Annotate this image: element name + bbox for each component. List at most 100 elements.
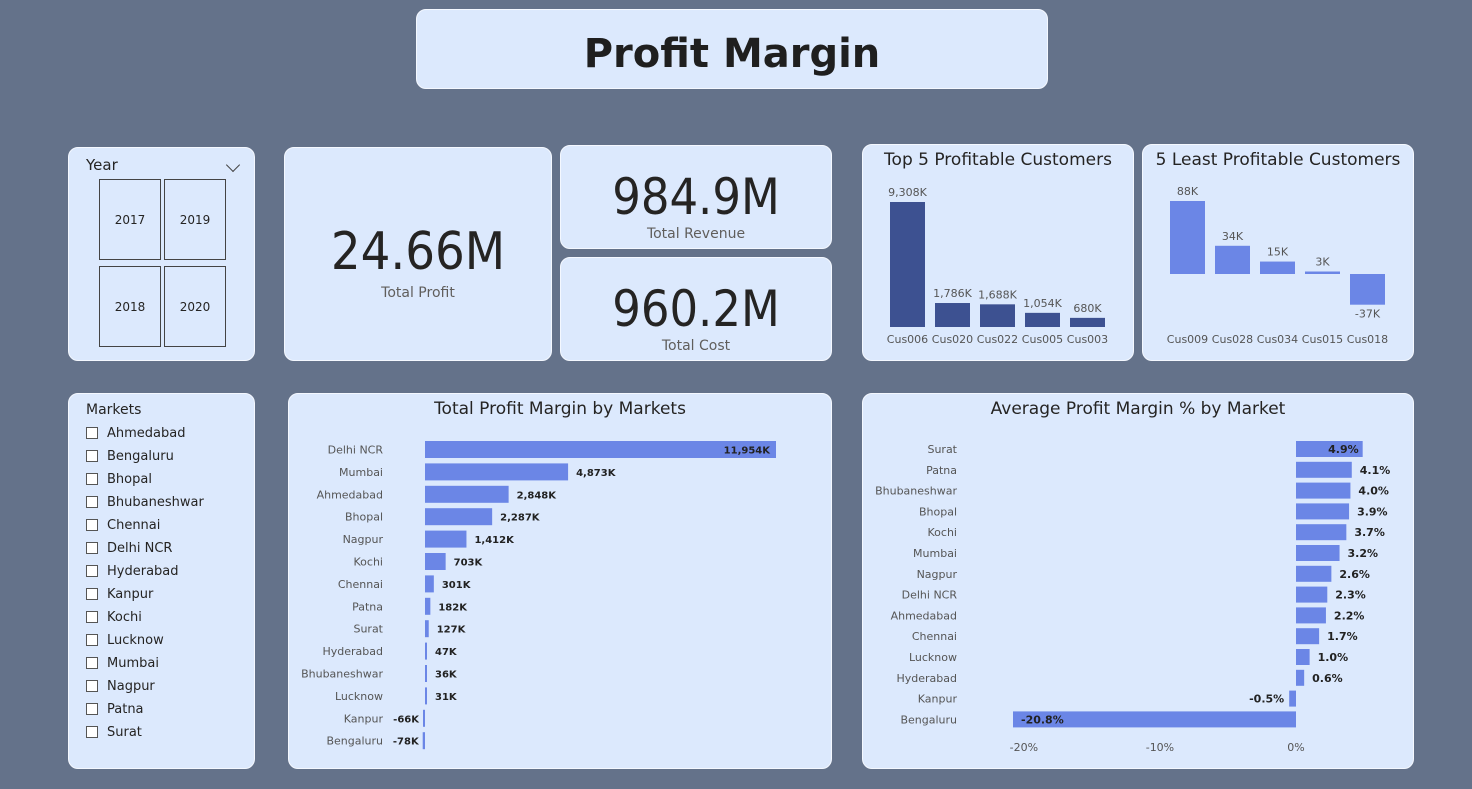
- market-option-label: Lucknow: [107, 632, 164, 648]
- data-label: -0.5%: [1249, 693, 1284, 706]
- data-label: 4.9%: [1328, 443, 1359, 456]
- y-tick-label: Mumbai: [339, 466, 383, 479]
- bar: [1215, 245, 1250, 274]
- y-tick-label: Bengaluru: [900, 713, 957, 726]
- market-option-kanpur[interactable]: Kanpur: [86, 585, 153, 603]
- y-tick-label: Chennai: [912, 630, 957, 643]
- x-tick-label: -20%: [1010, 741, 1038, 754]
- y-tick-label: Chennai: [338, 578, 383, 591]
- y-tick-label: Kanpur: [344, 712, 384, 725]
- bar: [1296, 524, 1347, 541]
- bar: [425, 597, 431, 615]
- data-label: 1.7%: [1327, 630, 1358, 643]
- checkbox[interactable]: [86, 427, 98, 439]
- checkbox[interactable]: [86, 473, 98, 485]
- data-label: 2,848K: [517, 490, 558, 501]
- market-option-bengaluru[interactable]: Bengaluru: [86, 447, 174, 465]
- market-option-lucknow[interactable]: Lucknow: [86, 631, 164, 649]
- bar: [425, 553, 446, 570]
- market-option-label: Bhopal: [107, 471, 152, 487]
- data-label: -37K: [1355, 308, 1381, 321]
- market-option-label: Hyderabad: [107, 563, 179, 579]
- total-profit-label: Total Profit: [381, 285, 455, 301]
- y-tick-label: Patna: [926, 464, 957, 477]
- bar: [1070, 317, 1105, 327]
- x-tick-label: Cus005: [1022, 333, 1063, 346]
- market-option-label: Ahmedabad: [107, 425, 186, 441]
- market-option-patna[interactable]: Patna: [86, 700, 144, 718]
- market-option-mumbai[interactable]: Mumbai: [86, 654, 159, 672]
- year-tile-2017[interactable]: 2017: [99, 179, 161, 260]
- bar: [1296, 503, 1350, 520]
- bar: [425, 530, 467, 548]
- bar: [1296, 607, 1326, 624]
- data-label: 34K: [1222, 230, 1244, 243]
- market-option-bhopal[interactable]: Bhopal: [86, 470, 152, 488]
- data-label: 1,786K: [933, 287, 972, 300]
- bar: [935, 303, 970, 327]
- checkbox[interactable]: [86, 542, 98, 554]
- data-label: 680K: [1073, 302, 1102, 315]
- market-option-ahmedabad[interactable]: Ahmedabad: [86, 424, 185, 442]
- y-tick-label: Delhi NCR: [902, 589, 958, 602]
- data-label: 2.3%: [1335, 589, 1366, 602]
- chevron-down-icon[interactable]: [225, 157, 241, 173]
- y-tick-label: Bhopal: [345, 511, 383, 524]
- year-slicer-title: Year: [86, 156, 118, 174]
- market-option-surat[interactable]: Surat: [86, 723, 142, 741]
- y-tick-label: Kanpur: [918, 693, 958, 706]
- checkbox[interactable]: [86, 565, 98, 577]
- bar: [1296, 649, 1310, 665]
- data-label: 15K: [1267, 246, 1289, 259]
- checkbox[interactable]: [86, 611, 98, 623]
- total-revenue-value: 984.9M: [612, 168, 780, 226]
- bar: [1296, 545, 1340, 561]
- bar: [1305, 271, 1340, 274]
- market-option-chennai[interactable]: Chennai: [86, 516, 160, 534]
- market-option-label: Mumbai: [107, 655, 159, 671]
- checkbox[interactable]: [86, 726, 98, 738]
- market-option-label: Patna: [107, 701, 144, 717]
- checkbox[interactable]: [86, 703, 98, 715]
- bar: [1296, 669, 1305, 686]
- market-option-nagpur[interactable]: Nagpur: [86, 677, 155, 695]
- data-label: 301K: [442, 580, 472, 591]
- checkbox[interactable]: [86, 519, 98, 531]
- checkbox[interactable]: [86, 588, 98, 600]
- y-tick-label: Surat: [927, 443, 957, 456]
- market-option-kochi[interactable]: Kochi: [86, 608, 142, 626]
- market-option-label: Nagpur: [107, 678, 155, 694]
- avg-margin-chart: Average Profit Margin % by Market Surat 4…: [862, 393, 1414, 769]
- y-tick-label: Hyderabad: [897, 672, 958, 685]
- y-tick-label: Bhubaneshwar: [301, 668, 383, 681]
- bar: [1170, 201, 1205, 274]
- y-tick-label: Ahmedabad: [317, 488, 383, 501]
- year-slicer: Year 2017 2019 2018 2020: [68, 147, 255, 361]
- market-option-delhi-ncr[interactable]: Delhi NCR: [86, 539, 172, 557]
- year-tile-2019[interactable]: 2019: [164, 179, 226, 260]
- market-option-label: Bhubaneshwar: [107, 494, 204, 510]
- bar: [1350, 274, 1385, 305]
- y-tick-label: Nagpur: [343, 533, 384, 546]
- total-cost-label: Total Cost: [661, 338, 731, 354]
- markets-slicer: Markets Ahmedabad Bengaluru Bhopal Bhubanes…: [68, 393, 255, 769]
- market-option-hyderabad[interactable]: Hyderabad: [86, 562, 179, 580]
- year-tile-2018[interactable]: 2018: [99, 266, 161, 347]
- checkbox[interactable]: [86, 657, 98, 669]
- year-tile-2020[interactable]: 2020: [164, 266, 226, 347]
- x-tick-label: 0%: [1287, 741, 1304, 754]
- checkbox[interactable]: [86, 634, 98, 646]
- market-option-bhubaneshwar[interactable]: Bhubaneshwar: [86, 493, 204, 511]
- y-tick-label: Bhubaneshwar: [875, 485, 957, 498]
- y-tick-label: Hyderabad: [323, 645, 384, 658]
- market-option-label: Kanpur: [107, 586, 154, 602]
- y-tick-label: Bengaluru: [326, 735, 383, 748]
- data-label: 2.2%: [1334, 609, 1365, 622]
- checkbox[interactable]: [86, 680, 98, 692]
- checkbox[interactable]: [86, 496, 98, 508]
- total-cost-value: 960.2M: [612, 280, 780, 338]
- bar: [425, 620, 429, 638]
- checkbox[interactable]: [86, 450, 98, 462]
- bar: [425, 485, 509, 503]
- market-option-label: Delhi NCR: [107, 540, 173, 556]
